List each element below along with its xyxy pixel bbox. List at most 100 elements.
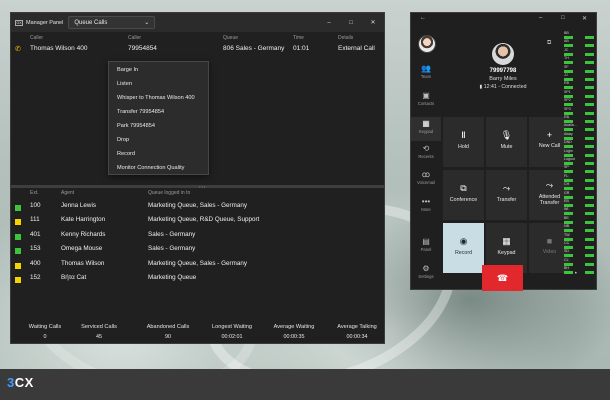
nav-recents[interactable]: ⟲ Recents xyxy=(411,144,441,159)
blf-label: EB xyxy=(564,199,569,203)
agent-name: Thomas Wilson xyxy=(61,259,105,267)
column-header[interactable]: Agent xyxy=(61,190,74,196)
blf-label: GR xyxy=(564,190,570,195)
agent-ext: 111 xyxy=(30,216,40,224)
call-details: External Call xyxy=(338,45,375,52)
status-indicator xyxy=(15,277,21,283)
blf-status-bar xyxy=(564,271,573,275)
stat-average-talking: Average Talking 00:00:34 xyxy=(337,324,377,340)
agent-row[interactable]: 400 Thomas Wilson Marketing Queue, Sales -… xyxy=(11,260,384,274)
hangup-button[interactable]: ☎ xyxy=(482,265,523,291)
status-indicator xyxy=(15,205,21,211)
maximize-button[interactable]: □ xyxy=(561,15,565,21)
agent-ext: 100 xyxy=(30,202,41,209)
hold-button[interactable]: Ⅱ Hold xyxy=(442,116,485,168)
blf-label: TH xyxy=(564,56,569,61)
nav-team[interactable]: 👥 Team xyxy=(411,64,441,79)
close-button[interactable]: ✕ xyxy=(362,13,384,32)
agent-queues: Marketing Queue, Sales - Germany xyxy=(148,202,248,209)
column-header[interactable]: Details xyxy=(338,35,353,41)
agent-row[interactable]: 153 Omega Mouse Sales - Germany xyxy=(11,245,384,259)
blf-status-bar xyxy=(585,178,594,182)
menu-item-drop[interactable]: Drop xyxy=(117,137,129,143)
back-arrow-icon[interactable]: ← xyxy=(420,15,426,21)
blf-status-bar xyxy=(585,128,594,132)
column-header[interactable]: Ext. xyxy=(30,190,39,196)
agent-queues: Sales - Germany xyxy=(148,230,196,238)
agent-queues: Sales - Germany xyxy=(148,245,196,253)
nav-settings[interactable]: ⚙ Settings xyxy=(411,264,441,279)
caller-name: Barry Miles xyxy=(489,76,517,82)
caller-number: 79997798 xyxy=(489,68,517,74)
stat-longest-waiting: Longest Waiting 00:02:01 xyxy=(212,324,252,340)
column-header[interactable]: Queue logged in to xyxy=(148,190,190,196)
call-row[interactable]: ✆ Thomas Wilson 400 79954854 806 Sales -… xyxy=(11,45,384,57)
blf-label: AB xyxy=(564,39,569,44)
column-header[interactable]: Queue xyxy=(223,35,238,41)
blf-status-bar xyxy=(585,120,594,123)
menu-item-park[interactable]: Park 79954854 xyxy=(117,123,155,129)
minimize-button[interactable]: – xyxy=(318,13,340,32)
popout-icon[interactable]: ⧉ xyxy=(547,40,551,47)
column-header[interactable]: Caller xyxy=(128,35,141,41)
nav-contacts[interactable]: ▣ Contacts xyxy=(411,91,441,106)
agent-ext: 400 xyxy=(30,259,41,267)
blf-label: Logout xyxy=(564,157,575,161)
blf-item[interactable]: BH xyxy=(564,266,584,276)
web-client-window: ← – □ ✕ 👥 Team ▣ Contacts ▦ Keypad ⟲ Recents… xyxy=(410,12,597,291)
blf-label: SD xyxy=(564,249,569,254)
blf-label: SP xyxy=(564,165,569,170)
menu-item-listen[interactable]: Listen xyxy=(117,81,132,87)
call-status: ▮ 12:41 - Connected xyxy=(479,84,527,90)
agent-name: Omega Mouse xyxy=(61,245,103,253)
queue-select-value: Queue Calls xyxy=(74,19,108,26)
chevron-down-icon: ⌄ xyxy=(144,20,150,26)
blf-status-bar xyxy=(585,254,594,258)
settings-icon: ⚙ xyxy=(422,264,430,273)
agent-ext: 401 xyxy=(30,230,41,238)
menu-item-monitor-quality[interactable]: Monitor Connection Quality xyxy=(117,165,184,171)
record-icon: ◉ xyxy=(459,236,468,246)
blf-label: Away xyxy=(564,131,573,136)
column-header[interactable]: Time xyxy=(293,35,304,41)
active-call-panel: 79997798 Barry Miles ▮ 12:41 - Connected xyxy=(442,25,564,115)
agent-row[interactable]: 152 Βήτα Cat Marketing Queue xyxy=(11,274,384,288)
column-header[interactable]: Caller xyxy=(30,35,43,41)
mute-button[interactable]: 🎙 Mute xyxy=(485,116,528,168)
nav-panel[interactable]: ▤ Panel xyxy=(411,237,441,252)
stat-waiting-calls: Waiting Calls 0 xyxy=(28,324,62,340)
bottom-bar xyxy=(0,369,610,400)
conference-button[interactable]: ⧉ Conference xyxy=(442,169,485,221)
minimize-button[interactable]: – xyxy=(539,15,542,21)
menu-item-transfer[interactable]: Transfer 79954854 xyxy=(117,109,164,115)
blf-label: WI xyxy=(564,207,569,212)
queue-select-dropdown[interactable]: Queue Calls ⌄ xyxy=(68,16,156,29)
blf-status-bar xyxy=(585,271,594,275)
caller-number: 79954854 xyxy=(128,45,157,52)
agent-row[interactable]: 100 Jenna Lewis Marketing Queue, Sales - G… xyxy=(11,202,384,216)
blf-status-bar xyxy=(585,94,594,98)
menu-item-whisper[interactable]: Whisper to Thomas Wilson 400 xyxy=(117,95,195,101)
agent-row[interactable]: 401 Kenny Richards Sales - Germany xyxy=(11,231,384,245)
blf-status-bar xyxy=(585,187,594,191)
nav-more[interactable]: ••• More xyxy=(411,197,441,212)
stat-serviced-calls: Serviced Calls 45 xyxy=(81,324,117,340)
maximize-button[interactable]: □ xyxy=(340,13,362,32)
nav-keypad[interactable]: ▦ Keypad xyxy=(411,117,441,141)
blf-status-bar xyxy=(585,103,594,107)
close-button[interactable]: ✕ xyxy=(582,15,587,22)
agents-table-header: Ext. Agent Queue logged in to xyxy=(11,190,384,200)
agent-row[interactable]: 111 Kate Harrington Marketing Queue, R&D Q… xyxy=(11,216,384,230)
blf-label: SP1 xyxy=(564,89,571,94)
nav-voicemail[interactable]: ꝏ Voicemail xyxy=(411,170,441,185)
microphone-icon: 🎙 xyxy=(500,130,513,140)
agent-queues: Marketing Queue, R&D Queue, Support xyxy=(148,216,260,224)
transfer-button[interactable]: ⤳ Transfer xyxy=(485,169,528,221)
menu-item-record[interactable]: Record xyxy=(117,151,135,157)
blf-status-bar xyxy=(585,220,594,224)
menu-item-barge-in[interactable]: Barge In xyxy=(117,67,138,73)
splitter-handle[interactable]: • • • xyxy=(11,184,384,189)
record-button[interactable]: ◉ Record xyxy=(442,222,485,274)
blf-panel: BB AB JC TH SF JJ RB SP1 SP2 SP3 RB Availa... Away DN… xyxy=(563,31,597,276)
blf-label: JJ xyxy=(564,73,568,77)
